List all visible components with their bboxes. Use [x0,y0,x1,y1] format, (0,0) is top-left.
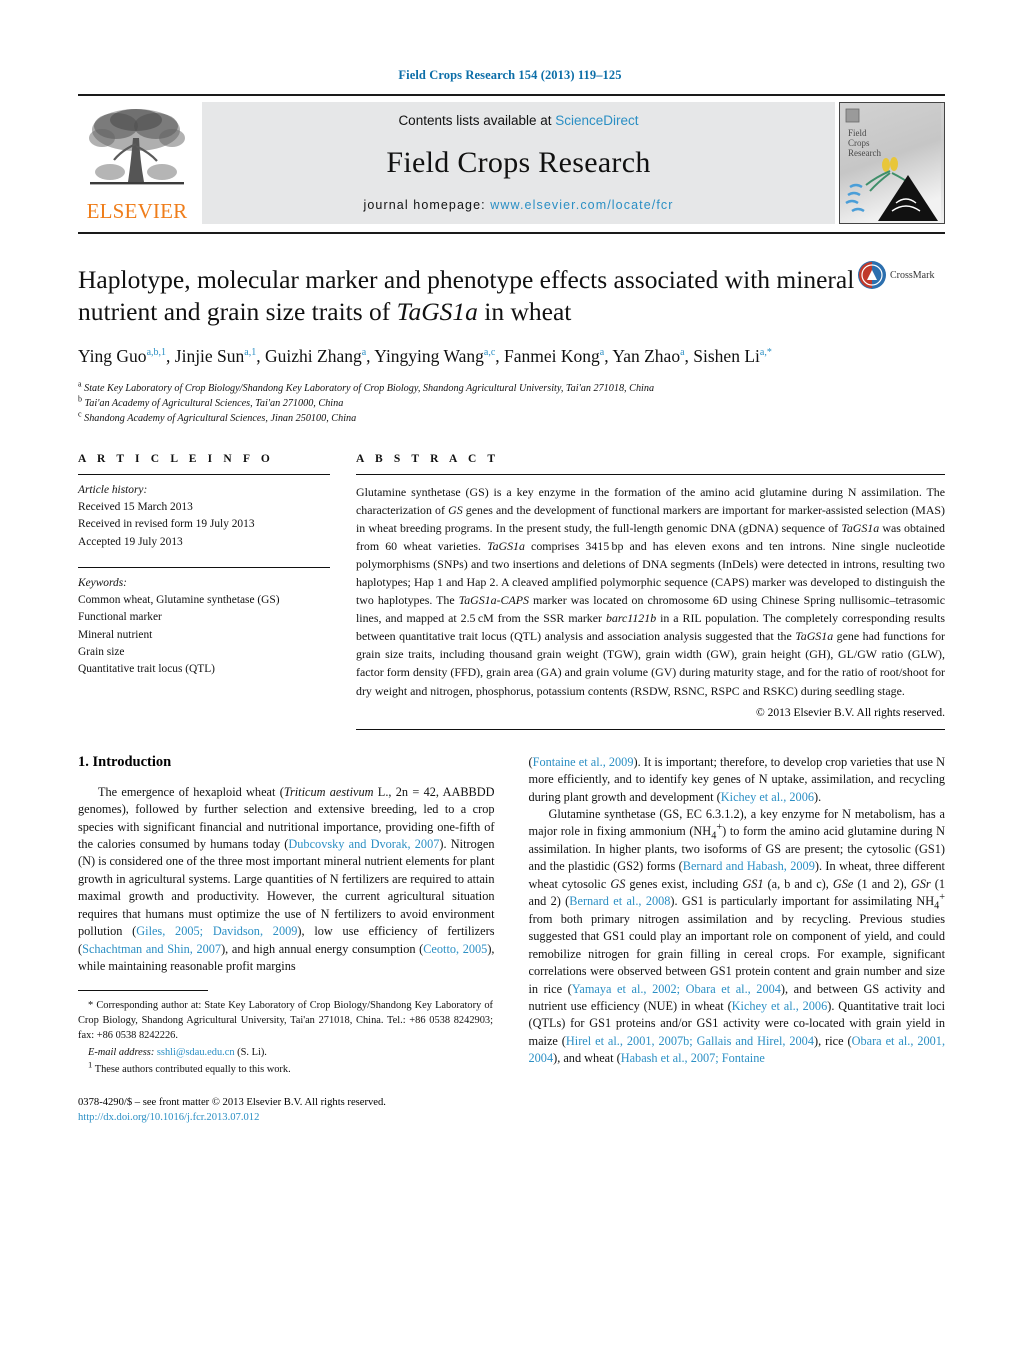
section-heading-introduction: 1. Introduction [78,753,172,770]
citation-link[interactable]: Habash et al., 2007; Fontaine [621,1051,765,1065]
journal-homepage-line: journal homepage: www.elsevier.com/locat… [363,198,673,212]
body-column-right: (Fontaine et al., 2009). It is important… [529,754,946,1126]
footnote-divider [78,989,208,998]
contents-prefix: Contents lists available at [398,113,556,128]
author-affil-marker: a,1 [244,347,257,359]
sciencedirect-link[interactable]: ScienceDirect [555,113,638,128]
history-item: Received in revised form 19 July 2013 [78,518,255,531]
author-affil-marker: a [599,347,605,359]
corresponding-text: Corresponding author at: State Key Labor… [78,999,493,1041]
abstract-heading: A B S T R A C T [356,452,500,465]
article-info-rule [78,473,330,475]
svg-text:Crops: Crops [848,138,870,148]
citation-link[interactable]: Yamaya et al., 2002; Obara et al., 2004 [572,982,781,996]
imprint-block: 0378-4290/$ – see front matter © 2013 El… [78,1095,493,1126]
crossmark-badge[interactable]: CrossMark [857,260,945,290]
affiliation-item: a State Key Laboratory of Crop Biology/S… [78,379,945,396]
keywords-rule [78,566,330,568]
paragraph: Glutamine synthetase (GS, EC 6.3.1.2), a… [528,807,946,1066]
author-list: Ying Guoa,b,1, Jinjie Suna,1, Guizhi Zha… [78,346,772,367]
elsevier-logo: ELSEVIER [78,102,196,224]
author-affil-marker: a [680,347,685,359]
journal-masthead: ELSEVIER Contents lists available at Sci… [78,94,945,234]
title-block: Haplotype, molecular marker and phenotyp… [78,261,945,427]
keyword-item: Common wheat, Glutamine synthetase (GS) [78,594,280,607]
running-head: Field Crops Research 154 (2013) 119–125 [398,68,622,82]
email-label: E-mail address: [88,1047,155,1059]
crossmark-label: CrossMark [890,269,935,281]
footnote-email: E-mail address: sshli@sdau.edu.cn (S. Li… [78,1045,493,1060]
doi-link[interactable]: http://dx.doi.org/10.1016/j.fcr.2013.07.… [78,1110,493,1125]
journal-homepage-link[interactable]: www.elsevier.com/locate/fcr [490,198,673,212]
footnote-equal-contribution: 1 These authors contributed equally to t… [78,1061,493,1077]
homepage-prefix: journal homepage: [363,198,491,212]
title-part-2: in wheat [477,297,572,327]
keyword-item: Functional marker [78,611,162,624]
abstract-copyright: © 2013 Elsevier B.V. All rights reserved… [756,706,945,719]
article-info-column: A R T I C L E I N F O Article history: R… [78,453,330,730]
affiliation-item: c Shandong Academy of Agricultural Scien… [78,409,945,426]
affiliation-text: Shandong Academy of Agricultural Science… [84,413,357,425]
citation-link[interactable]: Ceotto, 2005 [423,942,487,956]
author-affil-marker: a,* [759,347,772,359]
abstract-text: Glutamine synthetase (GS) is a key enzym… [356,484,946,698]
article-info-heading: A R T I C L E I N F O [78,452,274,465]
citation-link[interactable]: Schachtman and Shin, 2007 [82,942,221,956]
citation-link[interactable]: Dubcovsky and Dvorak, 2007 [288,837,439,851]
keyword-item: Grain size [78,646,125,659]
citation-link[interactable]: Giles, 2005; Davidson, 2009 [136,924,297,938]
equal-contrib-text: These authors contributed equally to thi… [92,1064,291,1076]
svg-text:Research: Research [848,148,881,158]
keyword-item: Mineral nutrient [78,628,153,641]
affiliation-list: a State Key Laboratory of Crop Biology/S… [78,379,945,427]
affil-marker-b: b [78,394,82,404]
affil-marker-a: a [78,379,82,389]
contents-line: Contents lists available at ScienceDirec… [398,113,638,128]
citation-link[interactable]: Fontaine et al., 2009 [533,755,634,769]
email-suffix: (S. Li). [234,1047,267,1059]
citation-link[interactable]: Kichey et al., 2006 [721,790,814,804]
body-column-left: 1. Introduction The emergence of hexaplo… [78,754,495,1126]
author-affil-marker: a,b,1 [146,347,167,359]
journal-cover-thumbnail: Field Crops Research [839,102,945,224]
masthead-center-panel: Contents lists available at ScienceDirec… [202,102,835,224]
citation-link[interactable]: Bernard and Habash, 2009 [683,859,815,873]
affiliation-item: b Tai'an Academy of Agricultural Science… [78,394,945,411]
elsevier-tree-icon [89,109,185,185]
svg-text:Field: Field [848,128,867,138]
paragraph: The emergence of hexaploid wheat (Tritic… [78,784,495,974]
body-columns: 1. Introduction The emergence of hexaplo… [78,754,945,1126]
affiliation-text: Tai'an Academy of Agricultural Sciences,… [84,397,344,409]
footnote-corresponding-author: * Corresponding author at: State Key Lab… [78,998,493,1044]
page-title: Haplotype, molecular marker and phenotyp… [78,264,868,328]
affiliation-text: State Key Laboratory of Crop Biology/Sha… [84,382,655,394]
paper-page: Field Crops Research 154 (2013) 119–125 [0,0,1020,1351]
masthead-bottom-rule [78,232,945,234]
citation-link[interactable]: Hirel et al., 2001, 2007b; Gallais and H… [566,1034,814,1048]
history-item: Accepted 19 July 2013 [78,535,183,548]
crossmark-icon [858,261,886,289]
history-item: Received 15 March 2013 [78,500,193,513]
paragraph: (Fontaine et al., 2009). It is important… [528,754,946,804]
article-history: Article history: Received 15 March 2013 … [78,482,330,551]
author-affil-marker: a,c [483,347,496,359]
elsevier-wordmark: ELSEVIER [86,199,188,223]
journal-title: Field Crops Research [386,146,651,179]
abstract-rule [356,473,945,475]
abstract-bottom-rule [356,728,945,730]
author-affil-marker: a [361,347,367,359]
imprint-line: 0378-4290/$ – see front matter © 2013 El… [78,1096,386,1108]
keyword-item: Quantitative trait locus (QTL) [78,663,215,676]
citation-link[interactable]: Kichey et al., 2006 [732,999,828,1013]
info-abstract-region: A R T I C L E I N F O Article history: R… [78,453,945,730]
title-gene-name: TaGS1a [396,297,478,327]
affil-marker-c: c [78,409,82,419]
abstract-column: A B S T R A C T Glutamine synthetase (GS… [356,453,945,730]
email-link[interactable]: sshli@sdau.edu.cn [157,1047,235,1058]
cover-art-icon: Field Crops Research [840,103,941,223]
citation-link[interactable]: Bernard et al., 2008 [569,894,670,908]
keywords-block: Keywords: Common wheat, Glutamine synthe… [78,566,330,679]
article-history-label: Article history: [78,483,148,496]
keywords-label: Keywords: [78,576,127,589]
